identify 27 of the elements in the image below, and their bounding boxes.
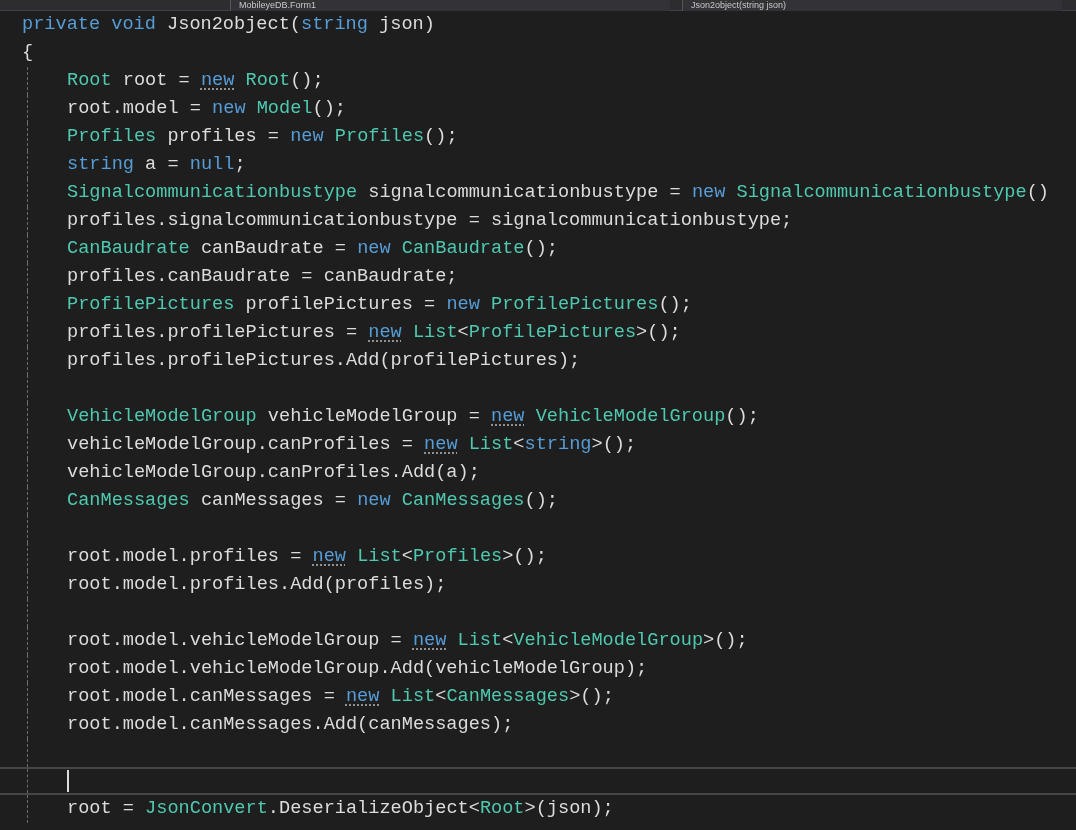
code-line: Root root = new Root(); xyxy=(67,69,324,93)
code-line: CanMessages canMessages = new CanMessages(); xyxy=(67,489,558,513)
code-line: root.model.vehicleModelGroup.Add(vehicleModelGroup); xyxy=(67,657,648,681)
code-line: CanBaudrate canBaudrate = new CanBaudrate(); xyxy=(67,237,558,261)
code-line: private void Json2object(string json) xyxy=(22,13,435,37)
code-line: root = JsonConvert.DeserializeObject<Root>(json); xyxy=(67,797,614,821)
code-line: profiles.profilePictures.Add(profilePictures); xyxy=(67,349,581,373)
class-dropdown[interactable]: MobileyeDB.Form1 xyxy=(230,0,670,11)
code-line: root.model = new Model(); xyxy=(67,97,346,121)
code-line: profiles.signalcommunicationbustype = signalcommunicationbustype; xyxy=(67,209,793,233)
code-line: { xyxy=(22,41,34,65)
code-line: root.model.vehicleModelGroup = new List<VehicleModelGroup>(); xyxy=(67,629,748,653)
code-line: string a = null; xyxy=(67,153,246,177)
member-dropdown[interactable]: Json2object(string json) xyxy=(682,0,1062,11)
code-line: root.model.canMessages.Add(canMessages); xyxy=(67,713,514,737)
text-cursor xyxy=(67,770,69,792)
code-line: Signalcommunicationbustype signalcommunicationbustype = new Signalcommunicationbustype() xyxy=(67,181,1049,205)
code-line: vehicleModelGroup.canProfiles.Add(a); xyxy=(67,461,480,485)
code-line: profiles.profilePictures = new List<ProfilePictures>(); xyxy=(67,321,681,345)
code-line: root.model.profiles.Add(profiles); xyxy=(67,573,447,597)
code-line: Profiles profiles = new Profiles(); xyxy=(67,125,458,149)
code-line: vehicleModelGroup.canProfiles = new List<string>(); xyxy=(67,433,637,457)
code-line: ProfilePictures profilePictures = new ProfilePictures(); xyxy=(67,293,692,317)
code-line: root.model.profiles = new List<Profiles>(); xyxy=(67,545,547,569)
code-line: root.model.canMessages = new List<CanMessages>(); xyxy=(67,685,614,709)
code-line: VehicleModelGroup vehicleModelGroup = new VehicleModelGroup(); xyxy=(67,405,759,429)
code-line: profiles.canBaudrate = canBaudrate; xyxy=(67,265,458,289)
